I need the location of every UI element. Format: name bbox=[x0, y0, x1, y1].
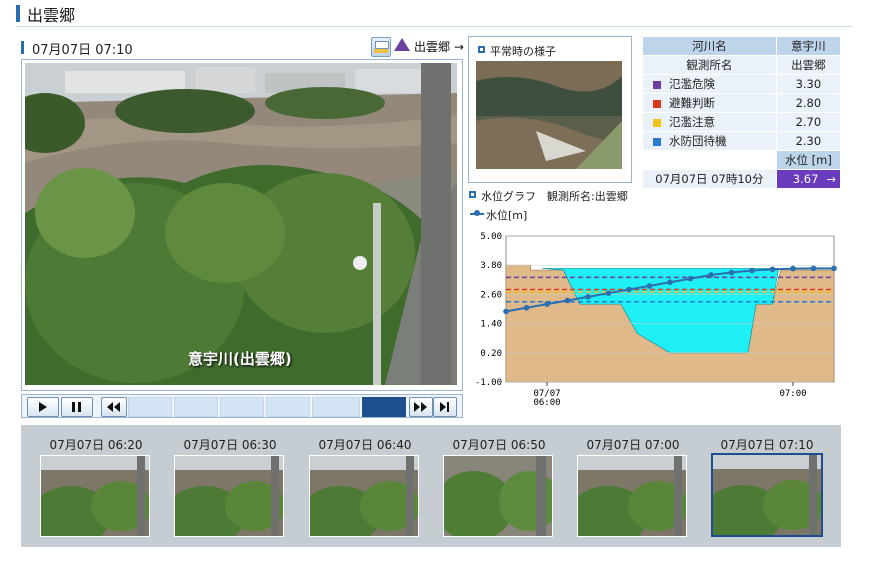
graph-title: 水位グラフ 観測所名:出雲郷 bbox=[481, 190, 628, 203]
trend-arrow-icon: → bbox=[826, 172, 836, 186]
water-level-point bbox=[687, 275, 694, 282]
station-label: 観測所名 bbox=[642, 55, 777, 75]
river-value: 意宇川 bbox=[775, 36, 842, 56]
thumbnail-image[interactable] bbox=[174, 455, 284, 537]
camera-accent bbox=[21, 41, 24, 54]
level-swatch-icon bbox=[653, 137, 661, 146]
station-triangle-icon bbox=[394, 38, 410, 51]
camera-overlay-label: 意宇川(出雲郷) bbox=[188, 350, 292, 368]
legend-marker-icon bbox=[474, 210, 480, 216]
play-button[interactable] bbox=[27, 397, 59, 417]
page-title: 出雲郷 bbox=[27, 6, 76, 25]
timeline-segment-1[interactable] bbox=[128, 397, 172, 417]
water-level-point bbox=[646, 283, 653, 289]
water-level-point bbox=[749, 267, 755, 274]
water-level-point bbox=[626, 286, 632, 293]
pause-icon bbox=[72, 402, 81, 412]
x-tick-label: 06:00 bbox=[533, 398, 560, 408]
station-value: 出雲郷 bbox=[775, 55, 842, 75]
info-table: 河川名 意宇川 観測所名 出雲郷 氾濫危険 3.30 避難判断 2.80 氾濫注… bbox=[642, 36, 842, 189]
level-value: 2.30 bbox=[775, 131, 842, 151]
thumbnail-image[interactable] bbox=[443, 455, 553, 537]
water-level-point bbox=[810, 265, 817, 272]
camera-image bbox=[25, 63, 457, 385]
level-row: 氾濫注意 bbox=[642, 112, 777, 132]
timeline-segment-current[interactable] bbox=[362, 397, 406, 417]
forward-button[interactable] bbox=[409, 397, 433, 417]
thumbnail-image[interactable] bbox=[577, 455, 687, 537]
title-accent bbox=[16, 5, 20, 22]
thumbnail-time: 07月07日 07:00 bbox=[586, 438, 680, 452]
water-level-point bbox=[790, 265, 796, 272]
water-level-point bbox=[667, 279, 673, 286]
print-icon[interactable] bbox=[371, 37, 391, 57]
level-name: 氾濫注意 bbox=[669, 115, 715, 129]
y-tick-label: 2.60 bbox=[480, 290, 502, 300]
timeline-segment-5[interactable] bbox=[312, 397, 360, 417]
water-level-point bbox=[503, 308, 509, 315]
level-swatch-icon bbox=[653, 118, 661, 127]
water-level-point bbox=[769, 266, 776, 273]
thumbnail-time: 07月07日 06:30 bbox=[183, 438, 277, 452]
level-value: 2.70 bbox=[775, 112, 842, 132]
level-name: 水防団待機 bbox=[669, 134, 727, 148]
water-level-point bbox=[585, 294, 591, 300]
level-row: 水防団待機 bbox=[642, 131, 777, 151]
play-icon bbox=[39, 402, 47, 412]
observation-time: 07月07日 07時10分 bbox=[642, 169, 777, 189]
y-tick-label: 0.20 bbox=[480, 349, 502, 359]
thumbnail-image[interactable] bbox=[40, 455, 150, 537]
camera-datetime: 07月07日 07:10 bbox=[32, 43, 133, 58]
last-button[interactable] bbox=[433, 397, 457, 417]
thumbnail-image[interactable] bbox=[309, 455, 419, 537]
rewind-button[interactable] bbox=[101, 397, 127, 417]
water-level-point bbox=[564, 297, 571, 304]
level-swatch-icon bbox=[653, 80, 661, 89]
y-tick-label: 5.00 bbox=[480, 232, 502, 242]
thumbnail-image-selected[interactable] bbox=[711, 453, 823, 537]
y-tick-label: -1.00 bbox=[475, 378, 502, 388]
level-row: 避難判断 bbox=[642, 93, 777, 113]
rewind-icon bbox=[107, 402, 120, 412]
water-level-point bbox=[831, 265, 837, 272]
thumbnail-time: 07月07日 07:10 bbox=[720, 438, 814, 452]
water-level-header: 水位 [m] bbox=[775, 150, 842, 170]
timeline-segment-3[interactable] bbox=[220, 397, 264, 417]
water-level-point bbox=[523, 304, 530, 311]
water-level-point bbox=[708, 272, 714, 278]
forward-icon bbox=[414, 402, 427, 412]
thumbnail-time: 07月07日 06:40 bbox=[318, 438, 412, 452]
normal-view-image[interactable] bbox=[476, 61, 622, 169]
page-header bbox=[16, 4, 852, 27]
level-value: 2.80 bbox=[775, 93, 842, 113]
level-row: 氾濫危険 bbox=[642, 74, 777, 94]
y-tick-label: 1.40 bbox=[480, 320, 502, 330]
timeline-segment-4[interactable] bbox=[266, 397, 310, 417]
pause-button[interactable] bbox=[61, 397, 93, 417]
level-name: 避難判断 bbox=[669, 96, 715, 110]
normal-view-label: 平常時の様子 bbox=[490, 45, 556, 58]
thumbnail-time: 07月07日 06:20 bbox=[49, 438, 143, 452]
water-level-point bbox=[605, 290, 612, 296]
station-link[interactable]: 出雲郷 → bbox=[414, 38, 464, 55]
water-level-value: 3.67 → bbox=[775, 169, 842, 189]
graph-square-icon bbox=[469, 191, 476, 198]
level-name: 氾濫危険 bbox=[669, 77, 715, 91]
water-level-point bbox=[728, 269, 735, 276]
water-level-number: 3.67 bbox=[792, 172, 819, 186]
thumbnail-time: 07月07日 06:50 bbox=[452, 438, 546, 452]
timeline-segment-2[interactable] bbox=[174, 397, 218, 417]
y-tick-label: 3.80 bbox=[480, 261, 502, 271]
water-level-point bbox=[544, 301, 550, 307]
level-swatch-icon bbox=[653, 99, 661, 108]
x-tick-label: 07:00 bbox=[779, 389, 806, 399]
normal-square-icon bbox=[478, 46, 485, 53]
legend-label: 水位[m] bbox=[486, 209, 528, 222]
water-level-chart: 5.003.802.601.400.20-1.0007/0706:0007:00 bbox=[475, 232, 837, 408]
level-value: 3.30 bbox=[775, 74, 842, 94]
river-label: 河川名 bbox=[642, 36, 777, 56]
skip-end-icon bbox=[440, 402, 449, 412]
